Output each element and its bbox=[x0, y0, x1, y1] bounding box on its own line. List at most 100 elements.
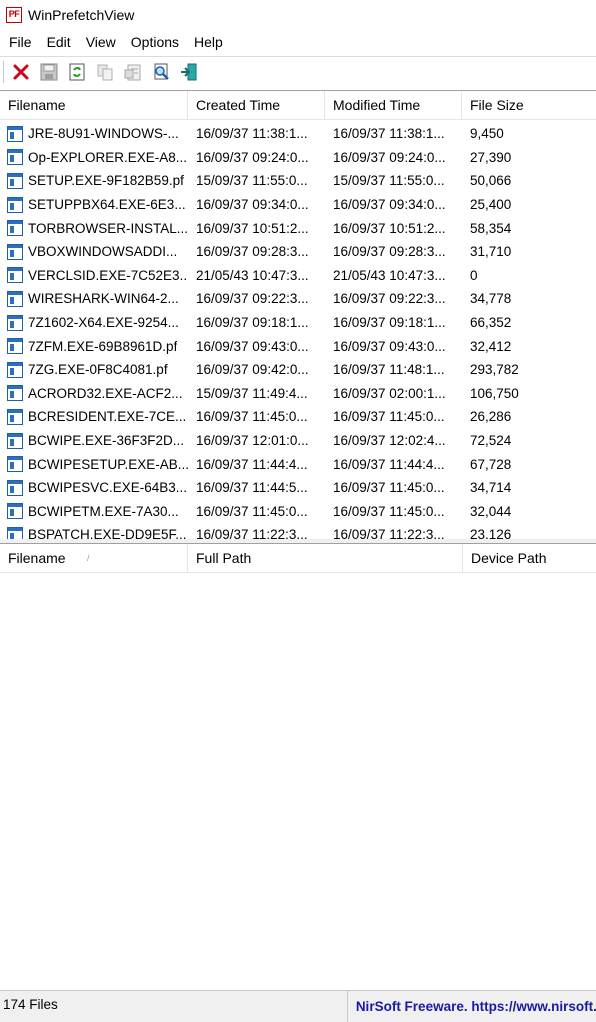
table-row[interactable]: 7ZG.EXE-0F8C4081.pf 16/09/37 09:42:0... 16… bbox=[0, 358, 596, 382]
table-row[interactable]: BSPATCH.EXE-DD9E5F... 16/09/37 11:22:3...… bbox=[0, 523, 596, 539]
created-time-cell: 16/09/37 11:45:0... bbox=[196, 409, 308, 425]
file-size-cell: 50,066 bbox=[470, 173, 512, 189]
filename-cell: 7ZFM.EXE-69B8961D.pf bbox=[0, 338, 188, 355]
menu-edit[interactable]: Edit bbox=[42, 31, 76, 53]
filename-text: TORBROWSER-INSTAL... bbox=[28, 220, 188, 236]
exit-button[interactable] bbox=[177, 60, 200, 83]
table-row[interactable]: 7Z1602-X64.EXE-9254... 16/09/37 09:18:1..… bbox=[0, 311, 596, 335]
file-details-list[interactable]: Filename / Full Path Device Path bbox=[0, 543, 596, 990]
filename-cell: VERCLSID.EXE-7C52E3... bbox=[0, 267, 188, 284]
filename-text: BCWIPE.EXE-36F3F2D... bbox=[28, 433, 185, 449]
modified-time-cell: 16/09/37 02:00:1... bbox=[333, 385, 446, 401]
table-row[interactable]: BCWIPESVC.EXE-64B3... 16/09/37 11:44:5...… bbox=[0, 476, 596, 500]
table-row[interactable]: Op-EXPLORER.EXE-A8... 16/09/37 09:24:0...… bbox=[0, 146, 596, 170]
filename-cell: BCWIPETM.EXE-7A30... bbox=[0, 503, 188, 520]
created-time-cell: 16/09/37 12:01:0... bbox=[196, 433, 309, 449]
refresh-button[interactable] bbox=[65, 60, 88, 83]
modified-time-cell: 16/09/37 12:02:4... bbox=[333, 433, 446, 449]
prefetch-file-icon bbox=[7, 479, 23, 496]
file-size-cell: 106,750 bbox=[470, 385, 519, 401]
app-icon: PF bbox=[6, 7, 22, 23]
column-header-created-time[interactable]: Created Time bbox=[188, 91, 325, 120]
table-row[interactable]: SETUPPBX64.EXE-6E3... 16/09/37 09:34:0...… bbox=[0, 193, 596, 217]
modified-time-cell: 16/09/37 09:43:0... bbox=[333, 338, 446, 354]
table-row[interactable]: JRE-8U91-WINDOWS-... 16/09/37 11:38:1... 1… bbox=[0, 122, 596, 146]
sort-indicator: / bbox=[87, 553, 90, 563]
menu-view[interactable]: View bbox=[81, 31, 121, 53]
filename-text: BCRESIDENT.EXE-7CE... bbox=[28, 409, 187, 425]
details-column-device-path[interactable]: Device Path bbox=[463, 544, 596, 573]
copy-button[interactable] bbox=[93, 60, 116, 83]
column-header-modified-time[interactable]: Modified Time bbox=[325, 91, 462, 120]
filename-cell: SETUP.EXE-9F182B59.pf bbox=[0, 172, 188, 189]
column-header-file-size[interactable]: File Size bbox=[462, 91, 596, 120]
table-row[interactable]: SETUP.EXE-9F182B59.pf 15/09/37 11:55:0...… bbox=[0, 169, 596, 193]
file-size-cell: 0 bbox=[470, 267, 478, 283]
table-row[interactable]: BCWIPESETUP.EXE-AB... 16/09/37 11:44:4...… bbox=[0, 452, 596, 476]
table-row[interactable]: ACRORD32.EXE-ACF2... 15/09/37 11:49:4... 1… bbox=[0, 382, 596, 406]
filename-cell: 7Z1602-X64.EXE-9254... bbox=[0, 314, 188, 331]
toolbar-separator bbox=[3, 60, 5, 83]
filename-text: JRE-8U91-WINDOWS-... bbox=[28, 126, 179, 142]
modified-time-cell: 16/09/37 09:28:3... bbox=[333, 244, 446, 260]
save-button[interactable] bbox=[37, 60, 60, 83]
modified-time-cell: 16/09/37 09:22:3... bbox=[333, 291, 446, 307]
prefetch-file-icon bbox=[7, 172, 23, 189]
refresh-icon bbox=[69, 63, 84, 80]
filename-text: 7ZFM.EXE-69B8961D.pf bbox=[28, 338, 178, 354]
toolbar bbox=[0, 56, 596, 86]
prefetch-file-icon bbox=[7, 338, 23, 355]
created-time-cell: 16/09/37 09:24:0... bbox=[196, 149, 309, 165]
prefetch-file-icon bbox=[7, 385, 23, 402]
table-row[interactable]: BCWIPE.EXE-36F3F2D... 16/09/37 12:01:0...… bbox=[0, 429, 596, 453]
details-column-filename[interactable]: Filename / bbox=[0, 544, 188, 573]
table-row[interactable]: WIRESHARK-WIN64-2... 16/09/37 09:22:3... 1… bbox=[0, 287, 596, 311]
prefetch-file-icon bbox=[7, 220, 23, 237]
find-button[interactable] bbox=[149, 60, 172, 83]
modified-time-cell: 16/09/37 11:38:1... bbox=[333, 126, 445, 142]
filename-text: SETUPPBX64.EXE-6E3... bbox=[28, 197, 186, 213]
column-header-filename[interactable]: Filename bbox=[0, 91, 188, 120]
created-time-cell: 16/09/37 09:18:1... bbox=[196, 315, 309, 331]
prefetch-file-icon bbox=[7, 432, 23, 449]
details-column-filename-label: Filename bbox=[8, 550, 66, 566]
menu-help[interactable]: Help bbox=[189, 31, 228, 53]
modified-time-cell: 16/09/37 09:34:0... bbox=[333, 197, 446, 213]
filename-cell: BCWIPE.EXE-36F3F2D... bbox=[0, 432, 188, 449]
file-size-cell: 67,728 bbox=[470, 456, 512, 472]
file-size-cell: 31,710 bbox=[470, 244, 512, 260]
filename-text: BSPATCH.EXE-DD9E5F... bbox=[28, 527, 187, 539]
created-time-cell: 16/09/37 11:44:4... bbox=[196, 456, 308, 472]
file-size-cell: 58,354 bbox=[470, 220, 512, 236]
table-row[interactable]: VERCLSID.EXE-7C52E3... 21/05/43 10:47:3..… bbox=[0, 264, 596, 288]
filename-cell: BCWIPESVC.EXE-64B3... bbox=[0, 479, 188, 496]
nirsoft-link[interactable]: NirSoft Freeware. https://www.nirsoft.ne… bbox=[348, 993, 596, 1021]
filename-cell: BSPATCH.EXE-DD9E5F... bbox=[0, 526, 188, 539]
created-time-cell: 16/09/37 11:38:1... bbox=[196, 126, 308, 142]
prefetch-file-icon bbox=[7, 149, 23, 166]
table-row[interactable]: 7ZFM.EXE-69B8961D.pf 16/09/37 09:43:0... 1… bbox=[0, 334, 596, 358]
modified-time-cell: 16/09/37 10:51:2... bbox=[333, 220, 446, 236]
prefetch-file-icon bbox=[7, 125, 23, 142]
created-time-cell: 16/09/37 10:51:2... bbox=[196, 220, 309, 236]
save-icon bbox=[40, 63, 57, 80]
prefetch-file-list[interactable]: Filename Created Time Modified Time File… bbox=[0, 90, 596, 539]
table-row[interactable]: TORBROWSER-INSTAL... 16/09/37 10:51:2... 1… bbox=[0, 216, 596, 240]
menu-options[interactable]: Options bbox=[126, 31, 184, 53]
delete-button[interactable] bbox=[9, 60, 32, 83]
window-title: WinPrefetchView bbox=[28, 7, 135, 23]
filename-text: BCWIPESETUP.EXE-AB... bbox=[28, 456, 188, 472]
prefetch-file-icon bbox=[7, 243, 23, 260]
table-row[interactable]: VBOXWINDOWSADDI... 16/09/37 09:28:3... 16/… bbox=[0, 240, 596, 264]
filename-cell: VBOXWINDOWSADDI... bbox=[0, 243, 188, 260]
details-column-full-path[interactable]: Full Path bbox=[188, 544, 463, 573]
filename-cell: TORBROWSER-INSTAL... bbox=[0, 220, 188, 237]
filename-text: VBOXWINDOWSADDI... bbox=[28, 244, 178, 260]
filename-text: BCWIPETM.EXE-7A30... bbox=[28, 503, 179, 519]
details-header: Filename / Full Path Device Path bbox=[0, 544, 596, 573]
modified-time-cell: 16/09/37 11:48:1... bbox=[333, 362, 445, 378]
table-row[interactable]: BCWIPETM.EXE-7A30... 16/09/37 11:45:0... 1… bbox=[0, 500, 596, 524]
menu-file[interactable]: File bbox=[4, 31, 37, 53]
table-row[interactable]: BCRESIDENT.EXE-7CE... 16/09/37 11:45:0...… bbox=[0, 405, 596, 429]
properties-button[interactable] bbox=[121, 60, 144, 83]
